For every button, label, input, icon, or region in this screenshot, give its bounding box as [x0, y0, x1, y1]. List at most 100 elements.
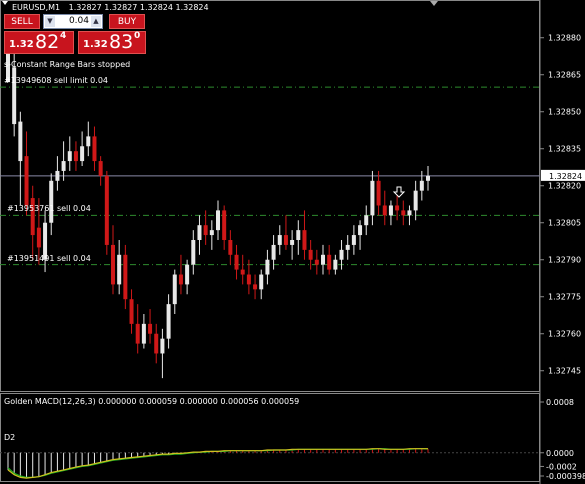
candle-body: [401, 210, 406, 216]
candle-body: [104, 175, 109, 245]
candle-body: [314, 259, 319, 265]
buy-quote[interactable]: 1.32 83 0: [78, 31, 146, 54]
candle-body: [321, 254, 325, 265]
candle-body: [222, 210, 227, 240]
candle-body: [185, 264, 190, 285]
candle-body: [166, 304, 171, 339]
indicator-title: Golden MACD(12,26,3) 0.000000 0.000059 0…: [4, 397, 299, 406]
candle-body: [61, 161, 66, 171]
candle-body: [240, 269, 245, 275]
candle-body: [302, 230, 307, 250]
candle-body: [388, 205, 393, 216]
candle-body: [234, 254, 239, 270]
one-click-trading-panel: SELL ▼ 0.04 ▲ BUY 1.32 82 4 1.32 83 0: [4, 14, 146, 55]
sell-button[interactable]: SELL: [4, 14, 40, 29]
candle-body: [111, 244, 115, 285]
buy-quote-pips: 83: [109, 31, 134, 53]
candle-body: [253, 284, 258, 290]
candle-body: [49, 180, 54, 223]
candle-body: [191, 240, 196, 265]
price-tick-label: 1.32760: [548, 330, 581, 339]
buy-quote-prefix: 1.32: [83, 39, 108, 50]
candle-body: [55, 170, 60, 181]
candle-body: [271, 244, 276, 260]
candle-body: [246, 274, 251, 285]
candle-body: [413, 190, 418, 211]
lot-decrease-icon[interactable]: ▼: [45, 16, 55, 27]
candle-body: [141, 323, 146, 344]
candle-body: [129, 299, 134, 324]
candle-body: [339, 249, 344, 260]
indicator-tick-label: 0.0000: [546, 449, 574, 458]
candle-body: [117, 254, 122, 285]
sell-quote-pips: 82: [35, 31, 60, 53]
candle-body: [265, 259, 270, 275]
candle-body: [345, 244, 350, 250]
candle-body: [36, 227, 41, 248]
indicator-axis[interactable]: 0.0008 0.0000 -0.0002-0.000398: [540, 398, 585, 481]
candle-body: [395, 205, 400, 211]
price-tick-label: 1.32745: [548, 367, 581, 376]
candle-body: [67, 151, 72, 162]
candle-body: [351, 235, 356, 245]
price-tick-label: 1.32820: [548, 182, 581, 191]
price-tick-label: 1.32805: [548, 219, 581, 228]
candle-body: [209, 230, 214, 236]
price-tick-label: 1.32880: [548, 34, 581, 43]
indicator-left-label: D2: [4, 433, 15, 442]
candle-body: [80, 146, 85, 162]
candle-body: [308, 249, 313, 260]
order-label: #13953761 sell 0.04: [7, 204, 91, 214]
candle-body: [24, 156, 29, 206]
current-price-label: 1.32824: [549, 172, 582, 181]
candle-body: [98, 161, 103, 176]
sell-quote-prefix: 1.32: [9, 39, 34, 50]
candle-body: [197, 225, 202, 240]
chart-header: EURUSD,M1 1.32827 1.32827 1.32824 1.3282…: [12, 3, 209, 12]
indicator-tick-label: 0.0008: [546, 398, 574, 407]
candle-body: [283, 235, 288, 245]
candle-body: [203, 225, 208, 236]
candle-body: [259, 274, 264, 290]
candle-body: [148, 323, 153, 334]
lot-increase-icon[interactable]: ▲: [91, 16, 101, 27]
candle-body: [18, 121, 23, 162]
buy-button[interactable]: BUY: [109, 14, 145, 29]
candle-body: [290, 240, 295, 245]
candle-body: [407, 210, 412, 216]
price-tick-label: 1.32775: [548, 293, 581, 302]
candle-body: [327, 254, 332, 270]
sell-quote-fraction: 4: [60, 31, 67, 41]
candle-body: [333, 259, 338, 270]
candle-body: [216, 210, 220, 231]
status-text: s-Constant Range Bars stopped: [4, 60, 131, 69]
candle-body: [172, 274, 177, 305]
candle-body: [154, 333, 159, 354]
indicator-area[interactable]: [0, 393, 540, 482]
price-tick-label: 1.32790: [548, 256, 581, 265]
order-label: #13951491 sell 0.04: [7, 253, 91, 263]
sell-quote[interactable]: 1.32 82 4: [4, 31, 74, 54]
indicator-tick-label: -0.000398: [546, 472, 585, 481]
trading-chart[interactable]: EURUSD,M1 1.32827 1.32827 1.32824 1.3282…: [0, 0, 585, 484]
candle-body: [135, 323, 140, 344]
candle-body: [123, 254, 128, 300]
candle-body: [92, 136, 97, 162]
candle-body: [296, 230, 301, 240]
price-tick-label: 1.32835: [548, 145, 581, 154]
candle-body: [73, 151, 78, 162]
order-label: #13949608 sell limit 0.04: [4, 76, 108, 86]
candle-body: [178, 274, 183, 285]
candle-body: [370, 180, 375, 216]
price-axis[interactable]: 1.328801.328651.328501.328351.328201.328…: [540, 34, 581, 376]
candle-body: [86, 136, 91, 147]
candle-body: [426, 175, 430, 181]
lot-size-input[interactable]: ▼ 0.04 ▲: [43, 14, 103, 29]
buy-quote-fraction: 0: [134, 31, 141, 41]
price-tick-label: 1.32865: [548, 71, 581, 80]
candle-body: [419, 180, 424, 191]
lot-value: 0.04: [68, 16, 89, 26]
candle-body: [160, 338, 165, 354]
indicator-tick-label: -0.0002: [546, 462, 577, 471]
candle-body: [228, 240, 233, 255]
